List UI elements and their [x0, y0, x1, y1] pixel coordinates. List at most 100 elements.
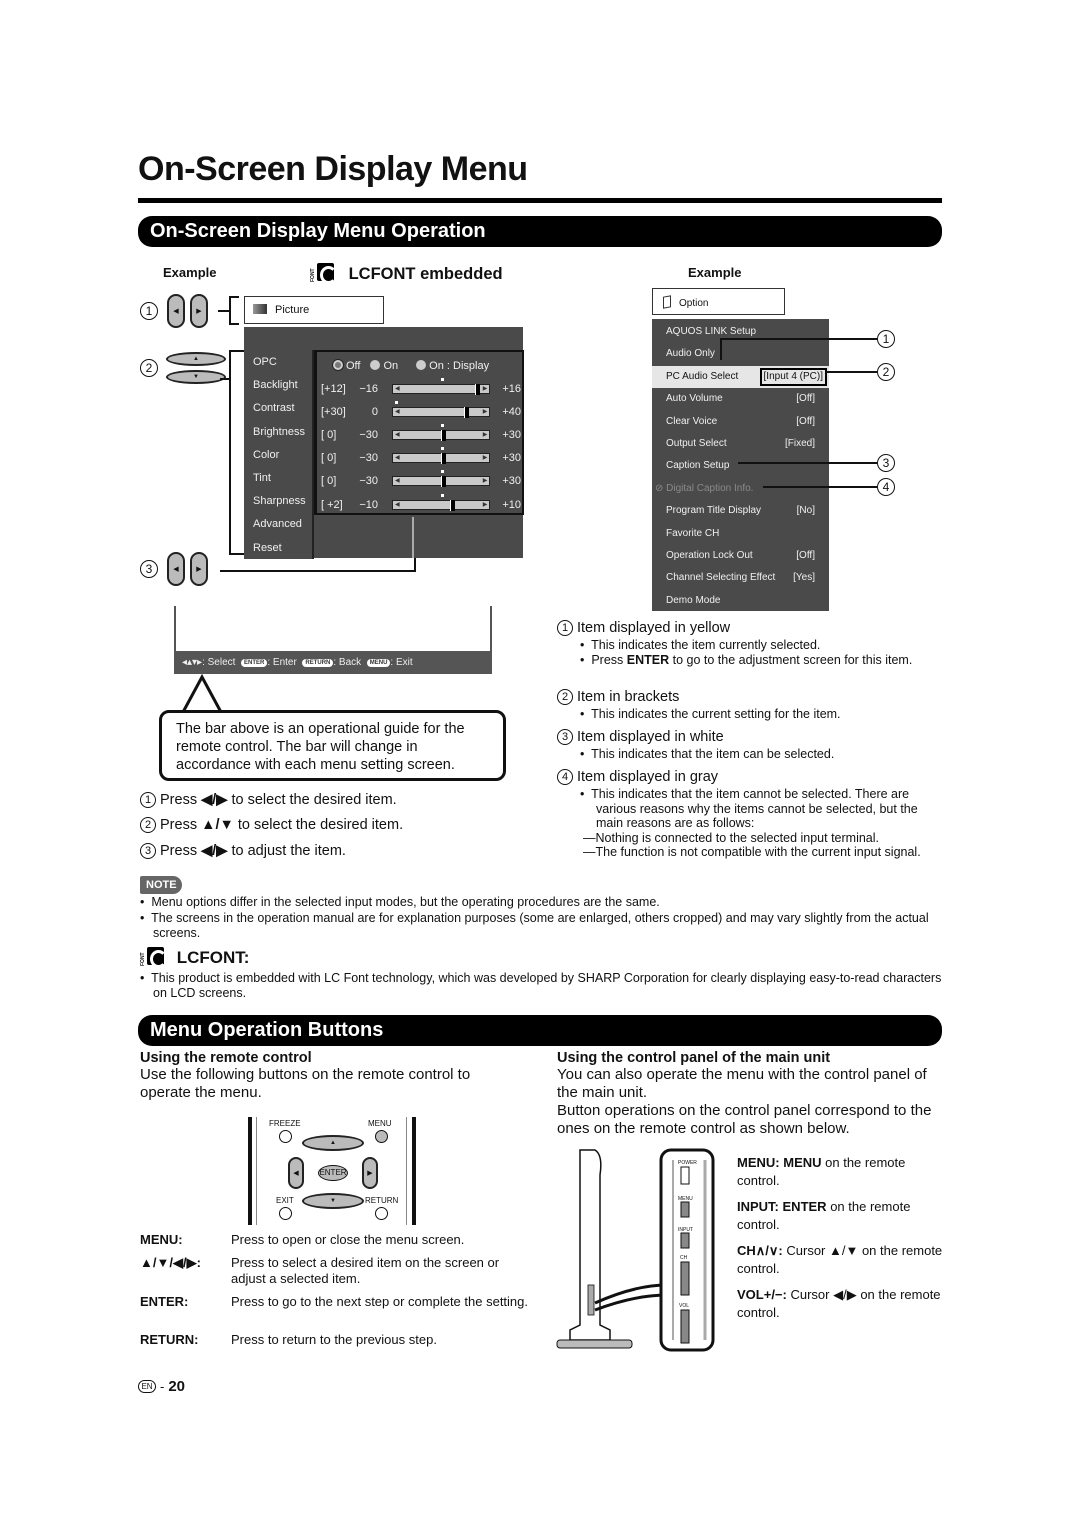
- menu-item-color[interactable]: Color: [244, 443, 312, 466]
- left-button[interactable]: ◀: [288, 1157, 304, 1189]
- current-value: [ 0]: [321, 475, 337, 488]
- legend-title: Item in brackets: [577, 689, 680, 705]
- option-item-output-select[interactable]: Output Select [Fixed]: [652, 433, 829, 455]
- opc-option-on-display[interactable]: On : Display: [416, 359, 490, 372]
- slider-track[interactable]: ◀ ▶: [392, 377, 491, 395]
- menu-button[interactable]: [375, 1130, 388, 1143]
- option-item-channel-selecting-effect[interactable]: Channel Selecting Effect [Yes]: [652, 567, 829, 589]
- ch-panel-button[interactable]: [680, 1261, 690, 1296]
- up-button[interactable]: ▲: [302, 1135, 364, 1151]
- right-arrow-button-icon: ▶: [190, 294, 208, 328]
- opc-option-off[interactable]: Off: [333, 359, 360, 372]
- slider-track[interactable]: ◀ ▶: [392, 470, 491, 488]
- option-item-program-title-display[interactable]: Program Title Display [No]: [652, 500, 829, 522]
- option-item-caption-setup[interactable]: Caption Setup: [652, 455, 829, 477]
- current-value: [+12]: [321, 382, 346, 395]
- vol-panel-button[interactable]: [680, 1309, 690, 1344]
- enter-button[interactable]: ENTER: [318, 1165, 348, 1181]
- remote-edge: [256, 1117, 257, 1225]
- bullet-text: This indicates the item currently select…: [591, 638, 821, 652]
- option-item-favorite-ch[interactable]: Favorite CH: [652, 523, 829, 545]
- slider-track[interactable]: ◀ ▶: [392, 423, 491, 441]
- down-button[interactable]: ▼: [302, 1193, 364, 1209]
- step-number: 3: [140, 843, 156, 859]
- max-value: +30: [502, 475, 521, 488]
- max-value: +16: [502, 382, 521, 395]
- menu-item-opc[interactable]: OPC: [244, 350, 312, 373]
- option-item-operation-lock-out[interactable]: Operation Lock Out [Off]: [652, 545, 829, 567]
- option-icon: [663, 295, 671, 309]
- option-value: [No]: [796, 505, 815, 517]
- legend-number: 3: [557, 729, 573, 745]
- menu-item-contrast[interactable]: Contrast: [244, 396, 312, 419]
- option-label-text: Auto Volume: [666, 393, 723, 405]
- exit-button[interactable]: [279, 1207, 292, 1220]
- step-pre: Press: [160, 792, 198, 808]
- input-panel-button[interactable]: [680, 1232, 690, 1249]
- tv-stand: [556, 1339, 633, 1349]
- step-keys: ◀/▶: [201, 843, 228, 859]
- control-panel-heading: Using the control panel of the main unit: [557, 1050, 831, 1066]
- slider-track[interactable]: ◀ ▶: [392, 493, 491, 511]
- remote-edge: [406, 1117, 407, 1225]
- tab-option[interactable]: Option: [652, 288, 785, 315]
- option-label: Program Title Display: [666, 505, 761, 517]
- min-value: −16: [359, 382, 378, 395]
- menu-panel-button[interactable]: [680, 1201, 690, 1218]
- min-value: −30: [359, 428, 378, 441]
- legend-number: 4: [557, 769, 573, 785]
- slider-knob[interactable]: [450, 499, 455, 511]
- freeze-label: FREEZE: [269, 1119, 301, 1128]
- option-item-auto-volume[interactable]: Auto Volume [Off]: [652, 388, 829, 410]
- mapping-key: VOL+/−:: [737, 1287, 787, 1302]
- legend-bullet: • This indicates that the item can be se…: [580, 747, 835, 761]
- current-value: [ 0]: [321, 452, 337, 465]
- menu-item-sharpness[interactable]: Sharpness: [244, 489, 312, 512]
- slider-track[interactable]: ◀ ▶: [392, 447, 491, 465]
- slider-knob[interactable]: [474, 383, 480, 395]
- menu-item-advanced[interactable]: Advanced: [244, 512, 312, 535]
- right-button[interactable]: ▶: [362, 1157, 378, 1189]
- slider-knob[interactable]: [441, 429, 446, 441]
- control-panel-intro-2: Button operations on the control panel c…: [557, 1102, 932, 1137]
- connector-line: [720, 338, 877, 340]
- option-label-text: Channel Selecting Effect: [666, 572, 776, 584]
- select-arrows-icon: ◂▴▾▸: [182, 657, 203, 668]
- menu-item-backlight[interactable]: Backlight: [244, 373, 312, 396]
- option-item-pc-audio-select[interactable]: PC Audio Select [Input 4 (PC)]: [652, 365, 829, 388]
- tab-picture[interactable]: Picture: [244, 296, 384, 324]
- slider-track[interactable]: ◀ ▶: [392, 400, 491, 418]
- zoom-lines: [594, 1283, 668, 1312]
- callout-number: 2: [877, 363, 895, 381]
- menu-item-tint[interactable]: Tint: [244, 466, 312, 489]
- option-item-clear-voice[interactable]: Clear Voice [Off]: [652, 411, 829, 433]
- max-value: +10: [502, 498, 521, 511]
- slider-knob[interactable]: [441, 453, 446, 465]
- menu-item-reset[interactable]: Reset: [244, 536, 312, 559]
- opc-option-on[interactable]: On: [370, 359, 398, 372]
- legend-dash: —Nothing is connected to the selected in…: [583, 830, 880, 845]
- definition-key: ▲/▼/◀/▶:: [140, 1255, 201, 1270]
- slider-knob[interactable]: [441, 476, 446, 488]
- guide-exit: : Exit: [390, 657, 413, 668]
- return-button[interactable]: [375, 1207, 388, 1220]
- freeze-button[interactable]: [279, 1130, 292, 1143]
- slider-row-brightness: [ 0] −30 ◀ ▶ +30: [321, 423, 521, 446]
- slider-knob[interactable]: [463, 406, 469, 418]
- legend-dash: —The function is not compatible with the…: [583, 845, 921, 859]
- section-header-menu-buttons: Menu Operation Buttons: [138, 1015, 942, 1046]
- option-label: On : Display: [429, 359, 490, 372]
- option-item-demo-mode[interactable]: Demo Mode: [652, 590, 829, 612]
- option-label-text: Output Select: [666, 438, 727, 449]
- picture-icon: [253, 304, 267, 314]
- legend-number: 1: [557, 620, 573, 636]
- panel-label-power: POWER: [678, 1160, 697, 1166]
- option-item-audio-only[interactable]: Audio Only: [652, 343, 829, 365]
- tv-side-illustration: [556, 1148, 715, 1352]
- slider-center-mark: [441, 447, 444, 451]
- guide-back: : Back: [333, 657, 362, 668]
- max-value: +40: [502, 405, 521, 418]
- power-button[interactable]: [680, 1166, 690, 1185]
- menu-item-brightness[interactable]: Brightness: [244, 420, 312, 443]
- bullet-text: This indicates that the item can be sele…: [591, 747, 835, 761]
